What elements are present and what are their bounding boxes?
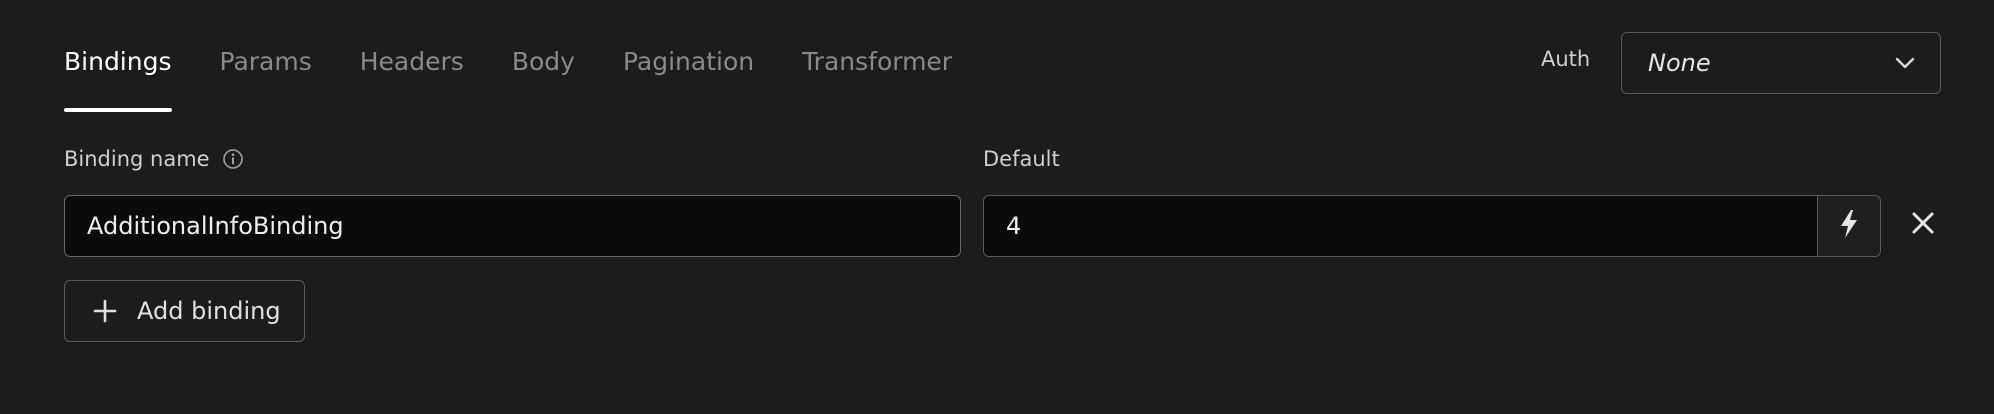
default-field (983, 195, 1881, 257)
default-label: Default (983, 147, 1060, 171)
tab-headers[interactable]: Headers (360, 44, 464, 114)
info-icon[interactable] (222, 148, 244, 170)
default-value-input[interactable] (984, 196, 1817, 256)
tab-bar: Bindings Params Headers Body Pagination … (64, 44, 1000, 114)
auth-selected-value: None (1648, 49, 1711, 77)
binding-name-label: Binding name (64, 147, 210, 171)
remove-binding-button[interactable] (1903, 205, 1943, 245)
chevron-down-icon (1894, 52, 1916, 74)
tab-body[interactable]: Body (512, 44, 575, 114)
tab-pagination[interactable]: Pagination (623, 44, 754, 114)
tab-params[interactable]: Params (220, 44, 312, 114)
close-icon (1910, 210, 1936, 240)
tab-transformer[interactable]: Transformer (802, 44, 952, 114)
plus-icon (93, 299, 117, 323)
dynamic-value-button[interactable] (1817, 196, 1880, 256)
add-binding-label: Add binding (137, 297, 281, 325)
binding-name-input[interactable] (64, 195, 961, 257)
add-binding-button[interactable]: Add binding (64, 280, 305, 342)
binding-name-label-row: Binding name (64, 144, 244, 174)
bindings-panel: Bindings Params Headers Body Pagination … (0, 0, 1994, 414)
tab-bindings[interactable]: Bindings (64, 44, 172, 114)
auth-select[interactable]: None (1621, 32, 1941, 94)
bolt-icon (1839, 209, 1859, 243)
auth-label: Auth (1541, 47, 1591, 71)
